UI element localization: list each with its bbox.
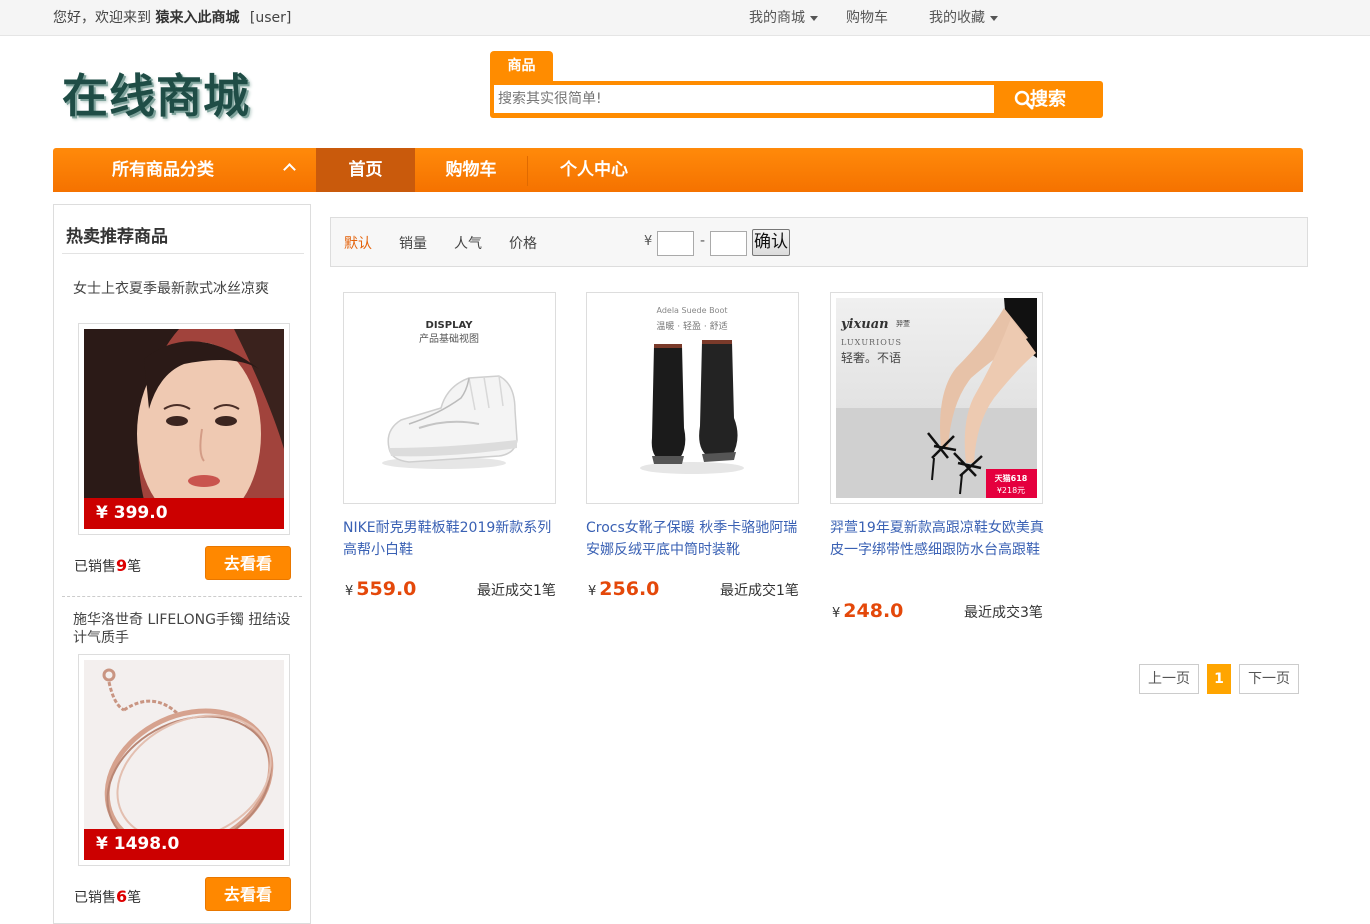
product-price: ¥256.0 — [588, 578, 659, 600]
search-button-label: 搜索 — [1030, 89, 1066, 110]
top-bar: 您好，欢迎来到 猿来入此商城 [user] 我的商城 购物车 我的收藏 — [0, 0, 1370, 36]
my-mall-menu[interactable]: 我的商城 — [749, 7, 818, 27]
search-tab-products[interactable]: 商品 — [490, 51, 553, 81]
image-caption: LUXURIOUS — [841, 338, 902, 347]
product-sales: 最近成交3笔 — [964, 605, 1043, 621]
product-image: Adela Suede Boot 温暖 · 轻盈 · 舒适 — [592, 298, 793, 498]
image-caption: 产品基础视图 — [419, 332, 479, 345]
view-item-button[interactable]: 去看看 — [205, 877, 291, 911]
search-icon — [1014, 90, 1034, 110]
currency-symbol: ¥ — [588, 584, 597, 599]
hot-item-name[interactable]: 女士上衣夏季最新款式冰丝凉爽 — [73, 280, 298, 298]
product-title[interactable]: Crocs女靴子保暖 秋季卡骆驰阿瑞安娜反绒平底中筒时装靴 — [586, 517, 801, 561]
hot-item-price: ¥ 1498.0 — [84, 829, 284, 860]
my-favorites-menu[interactable]: 我的收藏 — [929, 7, 998, 27]
product-image-frame[interactable]: DISPLAY 产品基础视图 — [343, 292, 556, 504]
image-caption: 温暖 · 轻盈 · 舒适 — [656, 320, 727, 332]
sold-prefix: 已销售 — [74, 890, 116, 906]
chevron-down-icon — [810, 15, 818, 21]
search-input[interactable] — [494, 85, 994, 113]
site-logo[interactable]: 在线商城 — [62, 60, 250, 126]
sort-popularity[interactable]: 人气 — [454, 233, 482, 253]
nav-cart[interactable]: 购物车 — [415, 148, 527, 192]
product-price: ¥248.0 — [832, 600, 903, 622]
hot-item-sold: 已销售9笔 — [74, 556, 141, 576]
currency-symbol: ¥ — [345, 584, 354, 599]
all-categories-button[interactable]: 所有商品分类 — [53, 148, 316, 192]
divider — [62, 253, 304, 254]
hot-item-image-frame[interactable]: ¥ 399.0 — [78, 323, 290, 535]
image-badge: ¥218元 — [997, 486, 1025, 495]
hot-item-image-frame[interactable]: ¥ 1498.0 — [78, 654, 290, 866]
sort-bar: 默认 销量 人气 价格 ¥ - 确认 — [330, 217, 1308, 267]
sidebar-title: 热卖推荐商品 — [66, 227, 168, 247]
sort-default[interactable]: 默认 — [344, 233, 372, 253]
welcome-prefix: 您好，欢迎来到 — [53, 10, 151, 26]
my-favorites-label: 我的收藏 — [929, 10, 985, 26]
image-caption: 羿萱 — [896, 319, 910, 328]
divider — [62, 596, 302, 597]
top-cart-link[interactable]: 购物车 — [846, 7, 888, 27]
top-cart-label: 购物车 — [846, 10, 888, 26]
user-tag[interactable]: [user] — [250, 10, 291, 26]
nav-user-center[interactable]: 个人中心 — [528, 148, 660, 192]
main-nav: 所有商品分类 首页 购物车 个人中心 — [53, 148, 1303, 192]
min-price-input[interactable] — [657, 231, 694, 256]
product-title[interactable]: NIKE耐克男鞋板鞋2019新款系列高帮小白鞋 — [343, 517, 558, 561]
product-image: DISPLAY 产品基础视图 — [349, 298, 550, 498]
currency-symbol: ¥ — [644, 234, 653, 249]
search-bar: 搜索 — [490, 81, 1103, 118]
price-value: 248.0 — [843, 600, 904, 622]
hot-recommendations: 热卖推荐商品 女士上衣夏季最新款式冰丝凉爽 ¥ 399.0 已销售9笔 去看看 … — [53, 204, 311, 924]
hot-item-price: ¥ 399.0 — [84, 498, 284, 529]
price-value: 256.0 — [599, 578, 660, 600]
product-price: ¥559.0 — [345, 578, 416, 600]
image-caption: yixuan — [840, 317, 889, 332]
sold-suffix: 笔 — [127, 559, 142, 575]
sold-count: 9 — [116, 556, 128, 575]
product-image-frame[interactable]: Adela Suede Boot 温暖 · 轻盈 · 舒适 — [586, 292, 799, 504]
page-1-button[interactable]: 1 — [1207, 664, 1231, 694]
image-badge: 天猫618 — [995, 473, 1028, 483]
view-item-button[interactable]: 去看看 — [205, 546, 291, 580]
product-sales: 最近成交1笔 — [720, 583, 799, 599]
search-button[interactable]: 搜索 — [998, 81, 1103, 118]
welcome-text: 您好，欢迎来到 猿来入此商城 [user] — [53, 7, 291, 27]
image-caption: DISPLAY — [426, 320, 474, 331]
all-categories-label: 所有商品分类 — [112, 160, 214, 180]
chevron-up-icon — [283, 163, 296, 176]
currency-symbol: ¥ — [832, 606, 841, 621]
image-caption: Adela Suede Boot — [656, 306, 727, 315]
confirm-price-button[interactable]: 确认 — [752, 229, 790, 256]
next-page-button[interactable]: 下一页 — [1239, 664, 1299, 694]
price-range-dash: - — [700, 233, 706, 249]
product-title[interactable]: 羿萱19年夏新款高跟凉鞋女欧美真皮一字绑带性感细跟防水台高跟鞋 — [830, 517, 1045, 561]
image-caption: 轻奢。不语 — [841, 351, 901, 365]
product-image: yixuan 羿萱 LUXURIOUS 轻奢。不语 天猫618 ¥218元 — [836, 298, 1037, 498]
max-price-input[interactable] — [710, 231, 747, 256]
sort-price[interactable]: 价格 — [509, 233, 537, 253]
sold-suffix: 笔 — [127, 890, 142, 906]
sort-sales[interactable]: 销量 — [399, 233, 427, 253]
price-value: 559.0 — [356, 578, 417, 600]
site-name[interactable]: 猿来入此商城 — [155, 10, 239, 26]
sold-prefix: 已销售 — [74, 559, 116, 575]
my-mall-label: 我的商城 — [749, 10, 805, 26]
hot-item-name[interactable]: 施华洛世奇 LIFELONG手镯 扭结设计气质手 — [73, 611, 298, 647]
chevron-down-icon — [990, 15, 998, 21]
sold-count: 6 — [116, 887, 128, 906]
hot-item-sold: 已销售6笔 — [74, 887, 141, 907]
product-image-frame[interactable]: yixuan 羿萱 LUXURIOUS 轻奢。不语 天猫618 ¥218元 — [830, 292, 1043, 504]
nav-home[interactable]: 首页 — [316, 148, 415, 192]
prev-page-button[interactable]: 上一页 — [1139, 664, 1199, 694]
product-sales: 最近成交1笔 — [477, 583, 556, 599]
